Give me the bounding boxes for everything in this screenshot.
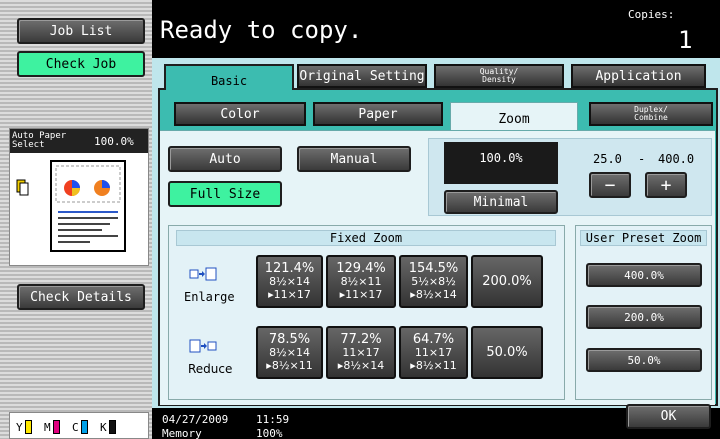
toner-yellow: Y — [16, 420, 32, 434]
preset-50-button[interactable]: 50.0% — [586, 348, 702, 372]
preset-200-button[interactable]: 200.0% — [586, 305, 702, 329]
tab-quality-density[interactable]: Quality/ Density — [434, 64, 564, 88]
zoom-preset-200[interactable]: 200.0% — [471, 255, 543, 308]
subtab-zoom[interactable]: Zoom — [450, 102, 578, 132]
full-size-button[interactable]: Full Size — [168, 181, 282, 207]
zoom-increase-button[interactable]: + — [645, 172, 687, 198]
ok-button[interactable]: OK — [626, 404, 711, 429]
zoom-preset-129-4[interactable]: 129.4% 8½×11 ▸11×17 — [326, 255, 396, 308]
auto-zoom-button[interactable]: Auto — [168, 146, 282, 172]
zoom-preset-121-4[interactable]: 121.4% 8½×14 ▸11×17 — [256, 255, 323, 308]
zoom-preset-50[interactable]: 50.0% — [471, 326, 543, 379]
fixed-zoom-title: Fixed Zoom — [176, 230, 556, 246]
reduce-label: Reduce — [188, 362, 233, 376]
zoom-range-min: 25.0 — [593, 152, 622, 166]
toner-black-level — [108, 420, 116, 434]
toner-magenta: M — [44, 420, 60, 434]
footer-date: 04/27/2009 — [162, 413, 229, 426]
enlarge-icon — [189, 267, 217, 281]
tab-basic[interactable]: Basic — [164, 64, 294, 90]
zoom-preset-154-5[interactable]: 154.5% 5½×8½ ▸8½×14 — [399, 255, 468, 308]
document-preview-icon — [50, 160, 126, 252]
enlarge-label: Enlarge — [184, 290, 235, 304]
check-details-button[interactable]: Check Details — [17, 284, 145, 310]
paper-label-2: Select — [12, 140, 45, 150]
paper-tray-icon — [16, 179, 29, 196]
subtab-color[interactable]: Color — [174, 102, 306, 126]
tab-application[interactable]: Application — [571, 64, 706, 88]
copies-label: Copies: — [628, 8, 675, 21]
subtab-duplex-combine[interactable]: Duplex/ Combine — [589, 102, 713, 126]
check-job-button[interactable]: Check Job — [17, 51, 145, 77]
preset-400-button[interactable]: 400.0% — [586, 263, 702, 287]
footer-memory-value: 100% — [256, 427, 283, 439]
zoom-preset-78-5[interactable]: 78.5% 8½×14 ▸8½×11 — [256, 326, 323, 379]
zoom-range-separator: - — [638, 152, 646, 166]
zoom-range-max: 400.0 — [658, 152, 695, 166]
zoom-decrease-button[interactable]: − — [589, 172, 631, 198]
toner-yellow-level — [24, 420, 32, 434]
zoom-preset-64-7[interactable]: 64.7% 11×17 ▸8½×11 — [399, 326, 468, 379]
paper-select-header: Auto Paper Select 100.0% — [10, 129, 148, 153]
toner-black: K — [100, 420, 116, 434]
toner-magenta-level — [52, 420, 60, 434]
toner-cyan-level — [80, 420, 88, 434]
paper-percentage: 100.0% — [94, 135, 134, 148]
manual-zoom-button[interactable]: Manual — [297, 146, 411, 172]
footer-time: 11:59 — [256, 413, 290, 426]
zoom-preset-77-2[interactable]: 77.2% 11×17 ▸8½×14 — [326, 326, 396, 379]
toner-cyan: C — [72, 420, 88, 434]
minimal-button[interactable]: Minimal — [444, 190, 558, 214]
status-message: Ready to copy. — [160, 16, 363, 44]
tab-quality-label-2: Density — [482, 75, 516, 84]
footer-memory-label: Memory — [162, 427, 202, 439]
subtab-duplex-label-2: Combine — [634, 113, 668, 122]
reduce-icon — [189, 339, 217, 353]
tab-original-setting[interactable]: Original Setting — [297, 64, 427, 88]
subtab-paper[interactable]: Paper — [313, 102, 443, 126]
job-list-button[interactable]: Job List — [17, 18, 145, 44]
copies-value: 1 — [678, 26, 693, 54]
zoom-ratio-display: 100.0% — [444, 142, 558, 184]
user-preset-title: User Preset Zoom — [580, 230, 707, 246]
